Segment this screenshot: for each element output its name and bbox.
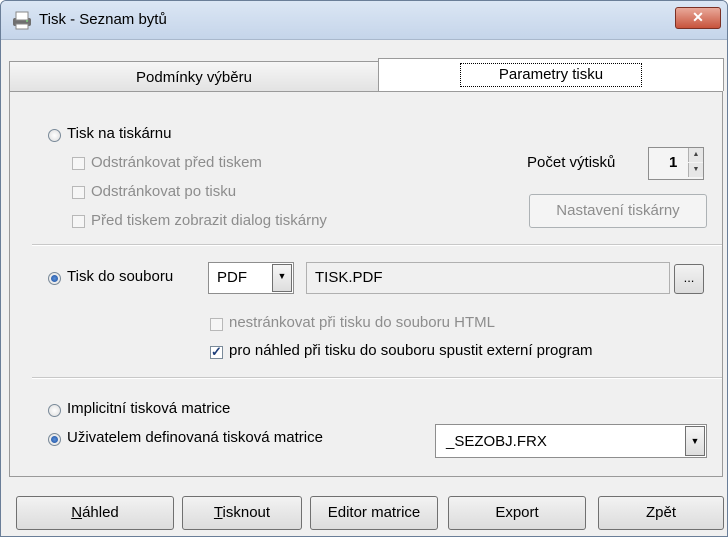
preview-button[interactable]: Náhled xyxy=(16,496,174,530)
print-to-file-radio[interactable] xyxy=(48,272,61,285)
back-button[interactable]: Zpět xyxy=(598,496,724,530)
paginate-before-label: Odstránkovat před tiskem xyxy=(91,154,262,171)
matrix-editor-label: Editor matrice xyxy=(327,504,421,521)
chevron-down-icon[interactable]: ▼ xyxy=(272,264,292,292)
spin-up-icon[interactable]: ▲ xyxy=(688,148,703,162)
copies-stepper[interactable]: 1 ▲ ▼ xyxy=(648,147,704,180)
browse-label: ... xyxy=(683,270,695,285)
divider xyxy=(32,377,722,379)
tab-params-label: Parametry tisku xyxy=(459,63,643,87)
matrix-editor-button[interactable]: Editor matrice xyxy=(310,496,438,530)
close-icon: ✕ xyxy=(692,9,704,25)
paginate-after-checkbox[interactable] xyxy=(72,186,85,199)
preview-label: áhled xyxy=(82,504,119,521)
file-format-select[interactable]: PDF ▼ xyxy=(208,262,294,294)
show-printer-dialog-checkbox[interactable] xyxy=(72,215,85,228)
spin-down-icon[interactable]: ▼ xyxy=(688,163,703,177)
export-label: Export xyxy=(495,504,539,521)
print-button[interactable]: Tisknout xyxy=(182,496,302,530)
printer-settings-label: Nastavení tiskárny xyxy=(556,202,680,219)
no-paging-html-label: nestránkovat při tisku do souboru HTML xyxy=(229,314,495,331)
back-label: Zpět xyxy=(645,504,676,521)
matrix-value: _SEZOBJ.FRX xyxy=(446,433,547,450)
print-to-file-label: Tisk do souboru xyxy=(67,268,174,285)
external-program-label: pro náhled při tisku do souboru spustit … xyxy=(229,342,593,359)
paginate-after-label: Odstránkovat po tisku xyxy=(91,183,237,200)
window-title: Tisk - Seznam bytů xyxy=(39,11,167,28)
close-button[interactable]: ✕ xyxy=(675,7,721,29)
matrix-select[interactable]: _SEZOBJ.FRX ▼ xyxy=(435,424,707,458)
divider xyxy=(32,244,722,246)
no-paging-html-checkbox[interactable] xyxy=(210,318,223,331)
tab-print-parameters[interactable]: Parametry tisku xyxy=(378,58,724,91)
title-bar: Tisk - Seznam bytů ✕ xyxy=(1,1,727,40)
user-matrix-label: Uživatelem definovaná tisková matrice xyxy=(67,429,323,446)
filename-input[interactable]: TISK.PDF xyxy=(306,262,670,294)
browse-button[interactable]: ... xyxy=(674,264,704,294)
print-mnemonic: T xyxy=(213,504,223,521)
print-dialog: Tisk - Seznam bytů ✕ Podmínky výběru Par… xyxy=(0,0,728,537)
show-printer-dialog-label: Před tiskem zobrazit dialog tiskárny xyxy=(91,212,327,229)
chevron-down-icon[interactable]: ▼ xyxy=(685,426,705,456)
implicit-matrix-label: Implicitní tisková matrice xyxy=(67,400,231,417)
print-to-printer-radio[interactable] xyxy=(48,129,61,142)
file-format-value: PDF xyxy=(217,269,247,286)
implicit-matrix-radio[interactable] xyxy=(48,404,61,417)
copies-label: Počet výtisků xyxy=(527,154,616,171)
tab-conditions-label: Podmínky výběru xyxy=(136,69,252,86)
export-button[interactable]: Export xyxy=(448,496,586,530)
external-program-checkbox[interactable] xyxy=(210,344,223,360)
preview-mnemonic: N xyxy=(71,504,83,521)
print-parameters-panel: Tisk na tiskárnu Odstránkovat před tiske… xyxy=(9,91,723,477)
printer-settings-button[interactable]: Nastavení tiskárny xyxy=(529,194,707,228)
copies-value: 1 xyxy=(669,154,678,171)
user-matrix-radio[interactable] xyxy=(48,433,61,446)
printer-icon xyxy=(13,11,31,30)
print-label: isknout xyxy=(222,504,271,521)
tab-selection-conditions[interactable]: Podmínky výběru xyxy=(9,61,379,92)
filename-value: TISK.PDF xyxy=(315,269,383,286)
print-to-printer-label: Tisk na tiskárnu xyxy=(67,125,172,142)
paginate-before-checkbox[interactable] xyxy=(72,157,85,170)
